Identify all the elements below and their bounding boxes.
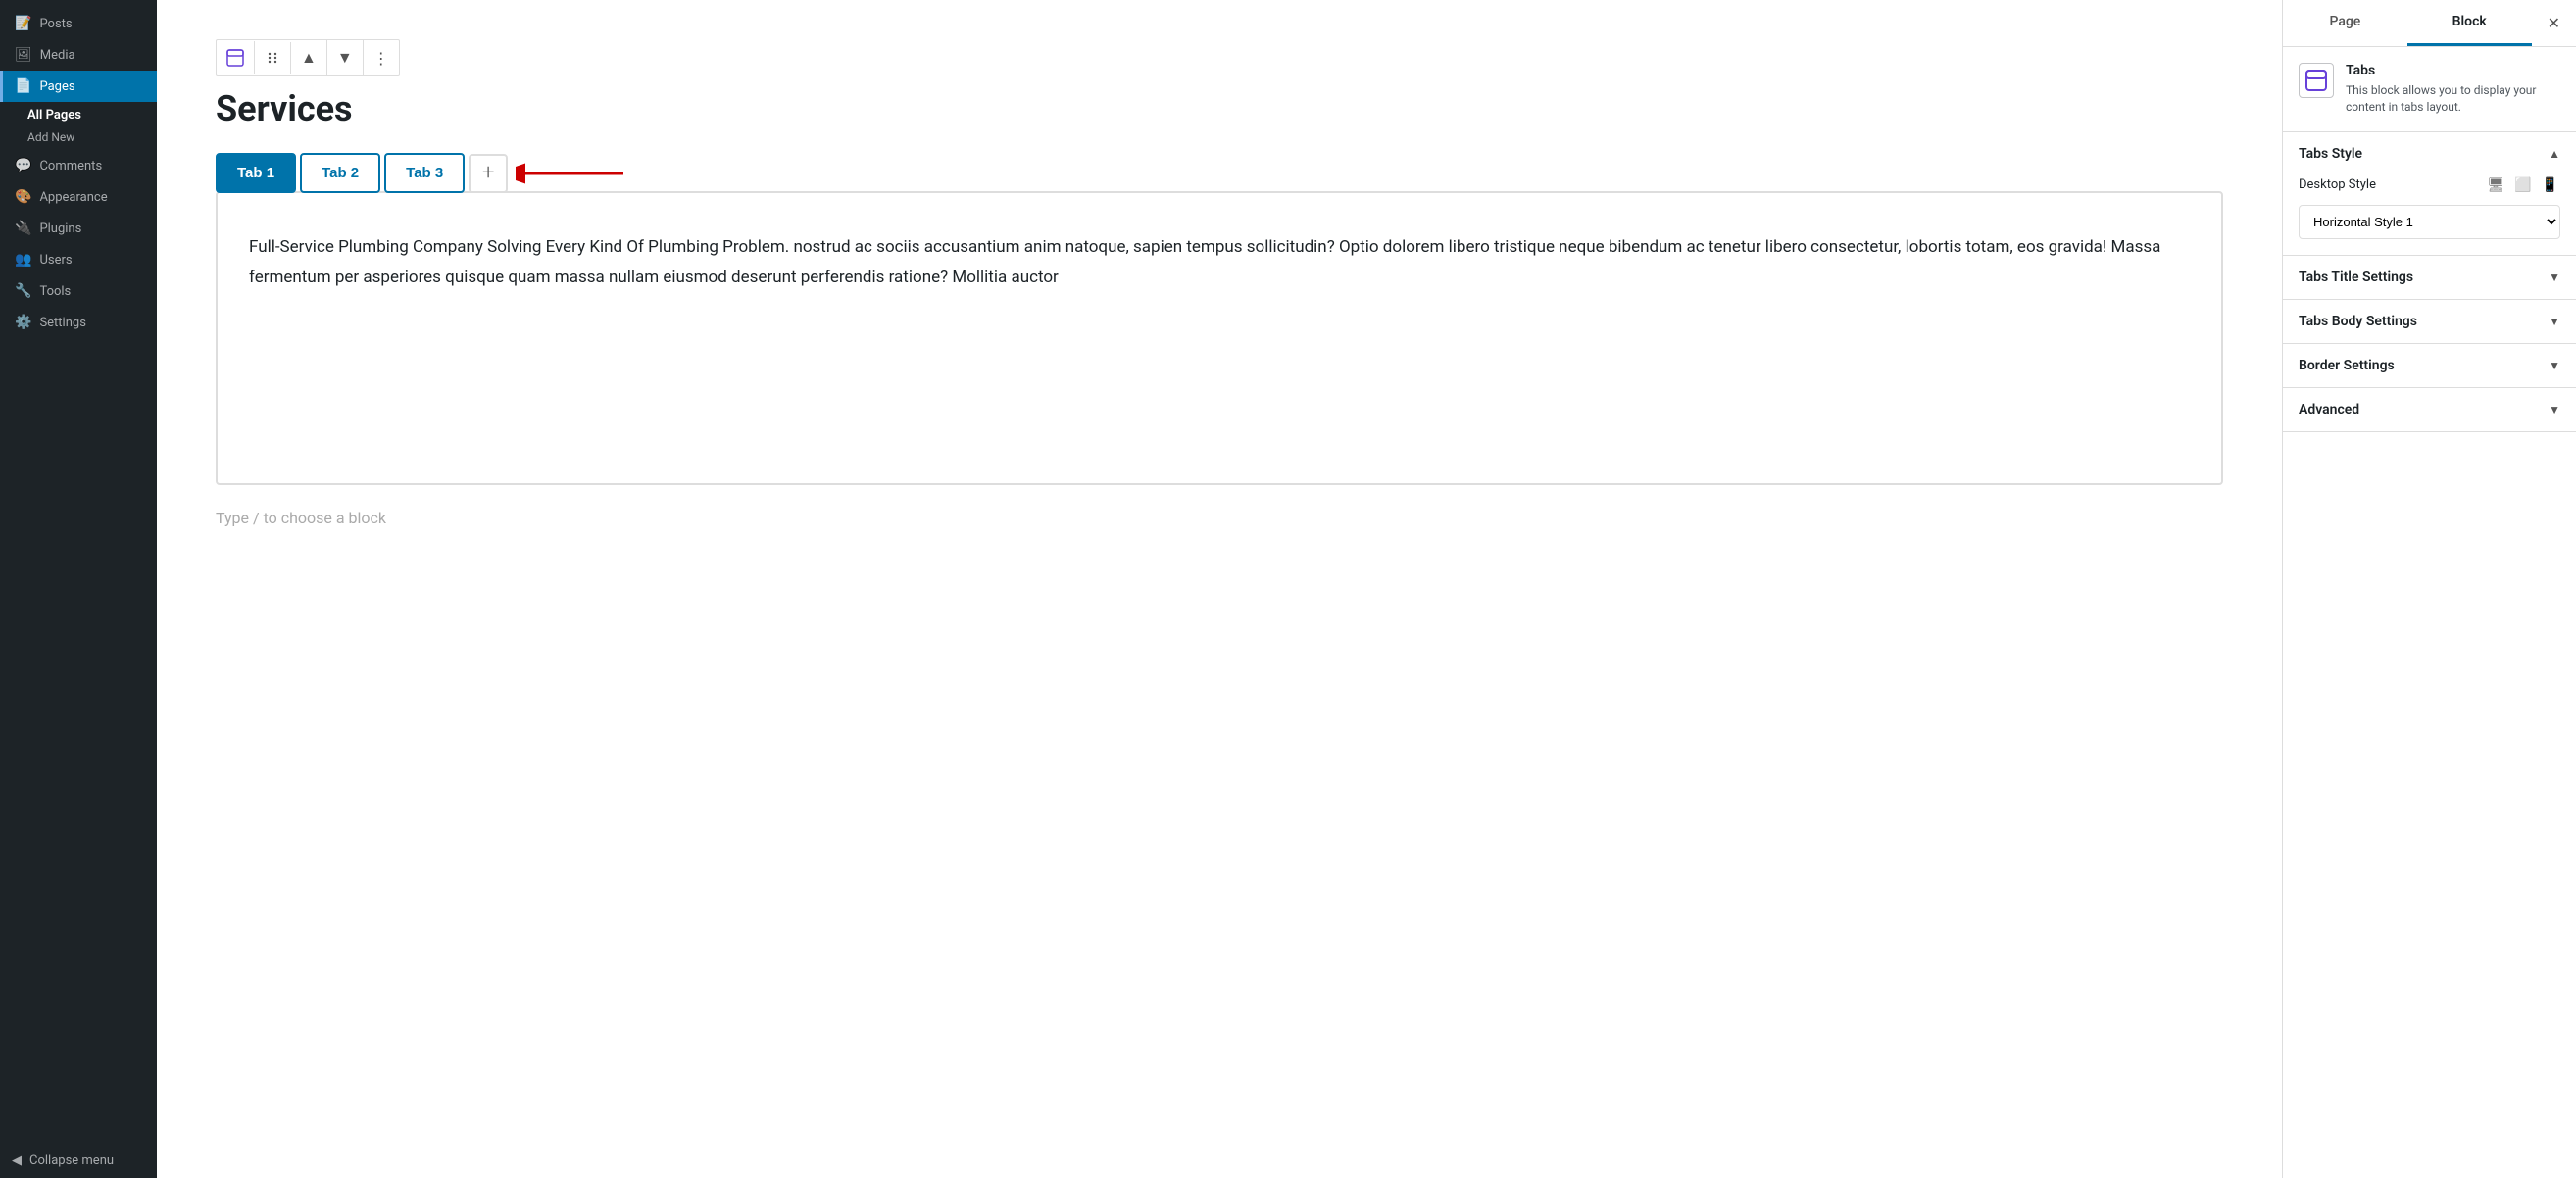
sidebar-item-comments[interactable]: 💬 Comments [0, 150, 157, 181]
panel-section-tabs-style: Tabs Style ▲ Desktop Style 🖥 ⬜ 📱 Horizon… [2283, 132, 2576, 256]
tab-content-area[interactable]: Full-Service Plumbing Company Solving Ev… [216, 191, 2223, 485]
plugins-icon: 🔌 [15, 221, 31, 236]
right-panel: Page Block ✕ Tabs This block allows you … [2282, 0, 2576, 1178]
tabs-style-header[interactable]: Tabs Style ▲ [2283, 132, 2576, 175]
collapse-menu-button[interactable]: ◀ Collapse menu [0, 1144, 157, 1178]
tab-content-text: Full-Service Plumbing Company Solving Ev… [249, 232, 2190, 292]
panel-tabs: Page Block ✕ [2283, 0, 2576, 47]
posts-icon: 📝 [15, 16, 31, 31]
desktop-style-select[interactable]: Horizontal Style 1 Horizontal Style 2 Ve… [2299, 205, 2560, 239]
main-wrapper: ▲ ▼ ⋮ Services Tab 1 Tab 2 Tab 3 + [157, 0, 2576, 1178]
tab-2-button[interactable]: Tab 2 [300, 153, 380, 193]
advanced-chevron: ▼ [2549, 403, 2560, 417]
tabs-nav: Tab 1 Tab 2 Tab 3 + [216, 153, 508, 193]
border-settings-label: Border Settings [2299, 358, 2395, 373]
panel-close-button[interactable]: ✕ [2532, 0, 2576, 46]
settings-icon: ⚙️ [15, 315, 31, 330]
tabs-body-chevron: ▼ [2549, 315, 2560, 328]
sidebar-item-settings[interactable]: ⚙️ Settings [0, 307, 157, 338]
users-icon: 👥 [15, 252, 31, 268]
panel-section-border: Border Settings ▼ [2283, 344, 2576, 388]
sidebar-sub-all-pages[interactable]: All Pages [0, 102, 157, 128]
move-up-btn[interactable]: ▲ [291, 40, 327, 75]
tabs-body-label: Tabs Body Settings [2299, 314, 2417, 329]
tabs-style-content: Desktop Style 🖥 ⬜ 📱 Horizontal Style 1 H… [2283, 175, 2576, 255]
sidebar-item-plugins[interactable]: 🔌 Plugins [0, 213, 157, 244]
sidebar-item-tools[interactable]: 🔧 Tools [0, 275, 157, 307]
move-down-btn[interactable]: ▼ [327, 40, 364, 75]
drag-icon [265, 50, 280, 66]
sidebar-item-pages[interactable]: 📄 Pages [0, 71, 157, 102]
arrow-icon [516, 154, 633, 193]
desktop-style-label: Desktop Style [2299, 177, 2376, 192]
block-description: This block allows you to display your co… [2346, 82, 2560, 116]
tabs-title-header[interactable]: Tabs Title Settings ▼ [2283, 256, 2576, 299]
desktop-icon[interactable]: 🖥 [2485, 175, 2506, 195]
tabs-block-icon [226, 49, 244, 67]
tabs-style-chevron: ▲ [2549, 147, 2560, 161]
comments-icon: 💬 [15, 158, 31, 173]
panel-tab-page[interactable]: Page [2283, 0, 2407, 46]
plus-icon: + [482, 161, 494, 185]
block-info: Tabs This block allows you to display yo… [2283, 47, 2576, 132]
panel-section-tabs-body: Tabs Body Settings ▼ [2283, 300, 2576, 344]
drag-handle-btn[interactable] [255, 42, 291, 74]
tabs-panel-icon [2305, 70, 2327, 91]
arrow-container [516, 154, 633, 193]
device-icons: 🖥 ⬜ 📱 [2485, 175, 2560, 195]
sidebar-item-media[interactable]: 🖼 Media [0, 39, 157, 71]
content-area: ▲ ▼ ⋮ Services Tab 1 Tab 2 Tab 3 + [157, 0, 2576, 1178]
panel-tab-block[interactable]: Block [2407, 0, 2532, 46]
block-type-btn[interactable] [217, 41, 255, 74]
type-hint[interactable]: Type / to choose a block [216, 509, 2223, 527]
advanced-header[interactable]: Advanced ▼ [2283, 388, 2576, 431]
sidebar-item-posts[interactable]: 📝 Posts [0, 8, 157, 39]
add-tab-button[interactable]: + [469, 154, 508, 193]
block-name: Tabs [2346, 63, 2560, 78]
tabs-body-header[interactable]: Tabs Body Settings ▼ [2283, 300, 2576, 343]
more-options-btn[interactable]: ⋮ [364, 41, 399, 75]
sidebar-item-appearance[interactable]: 🎨 Appearance [0, 181, 157, 213]
page-title[interactable]: Services [216, 88, 2223, 129]
collapse-icon: ◀ [12, 1153, 22, 1168]
editor-area: ▲ ▼ ⋮ Services Tab 1 Tab 2 Tab 3 + [157, 0, 2282, 1178]
tabs-title-chevron: ▼ [2549, 270, 2560, 284]
sidebar: 📝 Posts 🖼 Media 📄 Pages All Pages Add Ne… [0, 0, 157, 1178]
tab-1-button[interactable]: Tab 1 [216, 153, 296, 193]
tabs-row: Tab 1 Tab 2 Tab 3 + [216, 153, 2223, 193]
mobile-icon[interactable]: 📱 [2540, 175, 2560, 195]
block-info-text: Tabs This block allows you to display yo… [2346, 63, 2560, 116]
sidebar-add-new[interactable]: Add New [0, 128, 157, 150]
tabs-title-label: Tabs Title Settings [2299, 270, 2413, 285]
tab-3-button[interactable]: Tab 3 [384, 153, 465, 193]
media-icon: 🖼 [15, 47, 32, 63]
block-icon-box [2299, 63, 2334, 98]
border-settings-chevron: ▼ [2549, 359, 2560, 372]
appearance-icon: 🎨 [15, 189, 31, 205]
pages-icon: 📄 [15, 78, 31, 94]
advanced-label: Advanced [2299, 402, 2359, 417]
panel-section-tabs-title: Tabs Title Settings ▼ [2283, 256, 2576, 300]
panel-section-advanced: Advanced ▼ [2283, 388, 2576, 432]
block-toolbar: ▲ ▼ ⋮ [216, 39, 400, 76]
tabs-style-label: Tabs Style [2299, 146, 2362, 162]
tablet-icon[interactable]: ⬜ [2512, 175, 2533, 195]
tools-icon: 🔧 [15, 283, 31, 299]
border-settings-header[interactable]: Border Settings ▼ [2283, 344, 2576, 387]
desktop-style-row: Desktop Style 🖥 ⬜ 📱 [2299, 175, 2560, 195]
sidebar-item-users[interactable]: 👥 Users [0, 244, 157, 275]
